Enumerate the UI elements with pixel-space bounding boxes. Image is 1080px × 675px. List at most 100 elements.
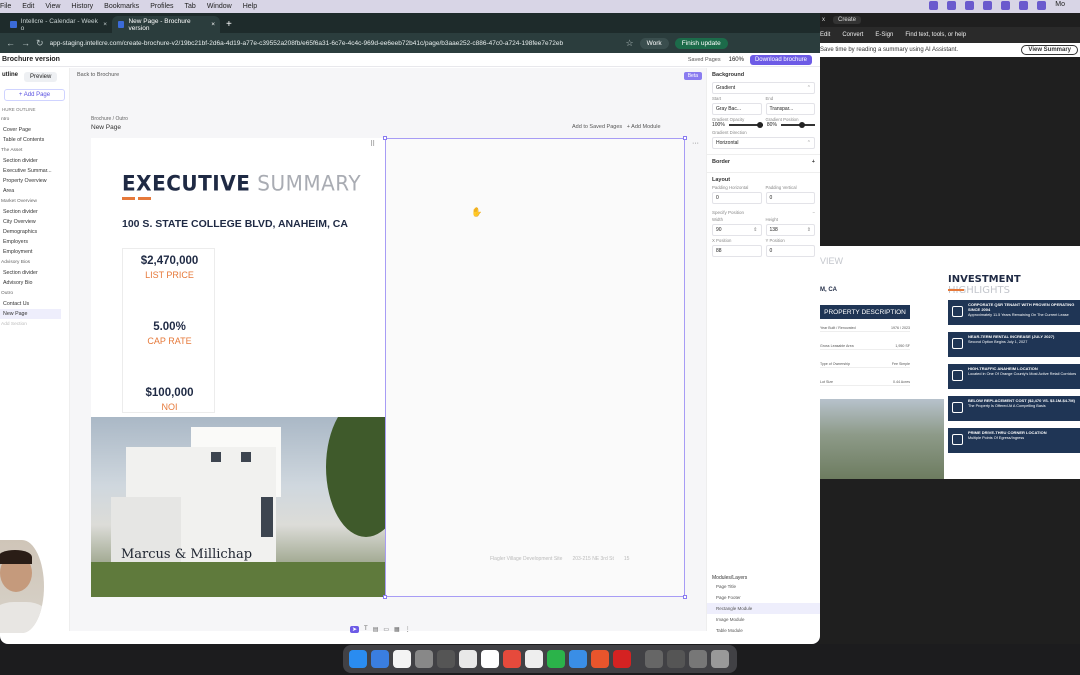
app-icon[interactable]: [437, 650, 455, 668]
outline-item[interactable]: Section divider: [0, 268, 69, 278]
chatgpt-icon[interactable]: [525, 650, 543, 668]
property-image[interactable]: Marcus & Millichap: [91, 417, 385, 597]
create-button[interactable]: Create: [833, 16, 862, 24]
acrobat-tab-close[interactable]: x: [822, 17, 825, 23]
mail-icon[interactable]: [371, 650, 389, 668]
gradient-direction-select[interactable]: Horizontal ⌃: [712, 137, 815, 149]
width-input[interactable]: 90 ⇕: [712, 224, 762, 236]
user-menu[interactable]: Mo: [1055, 1, 1065, 10]
stats-box[interactable]: $2,470,000 LIST PRICE 5.00% CAP RATE $100,…: [122, 248, 215, 413]
start-opacity-slider[interactable]: [728, 122, 763, 128]
layer-item[interactable]: Page Footer: [707, 592, 820, 603]
outline-item[interactable]: City Overview: [0, 217, 69, 227]
image-tool-icon[interactable]: ▭: [383, 626, 389, 633]
url-field[interactable]: app-staging.intellcre.com/create-brochur…: [50, 40, 620, 47]
finder-icon[interactable]: [349, 650, 367, 668]
outline-item[interactable]: Contact Us: [0, 299, 69, 309]
resize-handle[interactable]: [383, 136, 387, 140]
outline-item[interactable]: Demographics: [0, 227, 69, 237]
layer-item-selected[interactable]: Rectangle Module: [707, 603, 820, 614]
notion-icon[interactable]: [481, 650, 499, 668]
menu-bookmarks[interactable]: Bookmarks: [104, 3, 139, 10]
minus-icon[interactable]: −: [812, 210, 815, 215]
back-to-brochure-link[interactable]: Back to Brochure: [77, 72, 119, 78]
outline-item-selected[interactable]: New Page: [0, 309, 61, 319]
resize-handle[interactable]: [383, 595, 387, 599]
tab-preview[interactable]: Preview: [24, 72, 58, 82]
table-tool-icon[interactable]: ▤: [373, 626, 379, 633]
plus-icon[interactable]: +: [812, 159, 815, 165]
menu-file[interactable]: File: [0, 3, 11, 10]
status-icon[interactable]: [1019, 1, 1029, 10]
menu-help[interactable]: Help: [243, 3, 257, 10]
add-to-saved-button[interactable]: Add to Saved Pages: [572, 124, 622, 130]
breadcrumb[interactable]: Brochure / Outro: [91, 116, 128, 122]
end-color-select[interactable]: Transpar...: [765, 103, 815, 115]
layer-item[interactable]: Table Module: [707, 625, 820, 636]
add-section-button[interactable]: Add Section: [0, 319, 69, 330]
menu-history[interactable]: History: [71, 3, 93, 10]
layer-item[interactable]: Image Module: [707, 614, 820, 625]
status-icon[interactable]: [965, 1, 975, 10]
outline-item[interactable]: Property Overview: [0, 176, 69, 186]
find-tools-search[interactable]: Find text, tools, or help: [905, 32, 966, 38]
stepper-icon[interactable]: ⇕: [753, 227, 757, 233]
acrobat-icon[interactable]: [613, 650, 631, 668]
outline-item[interactable]: Advisory Bio: [0, 278, 69, 288]
pointer-tool-icon[interactable]: ➤: [350, 626, 360, 633]
tab-brochure[interactable]: New Page - Brochure version ×: [112, 16, 220, 33]
resize-handle[interactable]: [683, 595, 687, 599]
end-opacity-value[interactable]: 80%: [767, 122, 777, 128]
padding-horizontal-input[interactable]: 0: [712, 192, 762, 204]
add-module-button[interactable]: + Add Module: [627, 124, 661, 130]
x-position-input[interactable]: 88: [712, 245, 762, 257]
close-tab-icon[interactable]: ×: [211, 21, 215, 28]
rectangle-module-selected[interactable]: ✋ Flagler Village Development Site 203-2…: [383, 136, 687, 599]
tool-esign[interactable]: E-Sign: [875, 32, 893, 38]
height-input[interactable]: 138 ⇕: [765, 224, 815, 236]
background-type-select[interactable]: Gradient ⌃: [712, 82, 815, 94]
section-advisory[interactable]: Advisory Bios: [0, 257, 69, 268]
end-opacity-slider[interactable]: [780, 122, 815, 128]
section-intro[interactable]: ntro: [0, 114, 69, 125]
slack-icon[interactable]: [459, 650, 477, 668]
menu-window[interactable]: Window: [207, 3, 232, 10]
recent-app-icon[interactable]: [689, 650, 707, 668]
status-icon[interactable]: [983, 1, 993, 10]
resize-handle[interactable]: [683, 136, 687, 140]
chrome-icon[interactable]: [503, 650, 521, 668]
start-color-select[interactable]: Gray Bac...: [712, 103, 762, 115]
layer-item[interactable]: Page Title: [707, 581, 820, 592]
status-icon[interactable]: [929, 1, 939, 10]
tab-outline[interactable]: utline: [2, 72, 18, 82]
border-section[interactable]: Border +: [707, 155, 820, 167]
y-position-input[interactable]: 0: [765, 245, 815, 257]
recent-app-icon[interactable]: [645, 650, 663, 668]
outline-item[interactable]: Area: [0, 186, 69, 196]
finish-update-button[interactable]: Finish update: [674, 37, 728, 49]
forward-arrow-icon[interactable]: →: [21, 38, 30, 48]
new-tab-icon[interactable]: +: [226, 19, 232, 30]
start-opacity-value[interactable]: 100%: [712, 122, 725, 128]
zoom-level[interactable]: 160%: [729, 57, 744, 63]
grid-tool-icon[interactable]: ▦: [394, 626, 400, 633]
back-arrow-icon[interactable]: ←: [6, 38, 15, 48]
status-icon[interactable]: [947, 1, 957, 10]
menu-view[interactable]: View: [45, 3, 60, 10]
section-outro[interactable]: Outro: [0, 288, 69, 299]
more-options-icon[interactable]: ···: [692, 140, 699, 147]
outline-item[interactable]: Section divider: [0, 156, 69, 166]
bookmark-star-icon[interactable]: ☆: [626, 38, 634, 49]
close-tab-icon[interactable]: ×: [103, 21, 107, 28]
drag-handle-icon[interactable]: ⠿: [370, 140, 375, 148]
recent-app-icon[interactable]: [667, 650, 685, 668]
stepper-icon[interactable]: ⇕: [807, 227, 811, 233]
download-brochure-button[interactable]: Download brochure: [749, 54, 812, 65]
outline-item[interactable]: Table of Contents: [0, 135, 69, 145]
menu-tab[interactable]: Tab: [185, 3, 196, 10]
reload-icon[interactable]: ↻: [36, 38, 44, 49]
add-page-button[interactable]: + Add Page: [4, 89, 65, 101]
tool-convert[interactable]: Convert: [842, 32, 863, 38]
menu-profiles[interactable]: Profiles: [150, 3, 173, 10]
wifi-icon[interactable]: [1037, 1, 1047, 10]
